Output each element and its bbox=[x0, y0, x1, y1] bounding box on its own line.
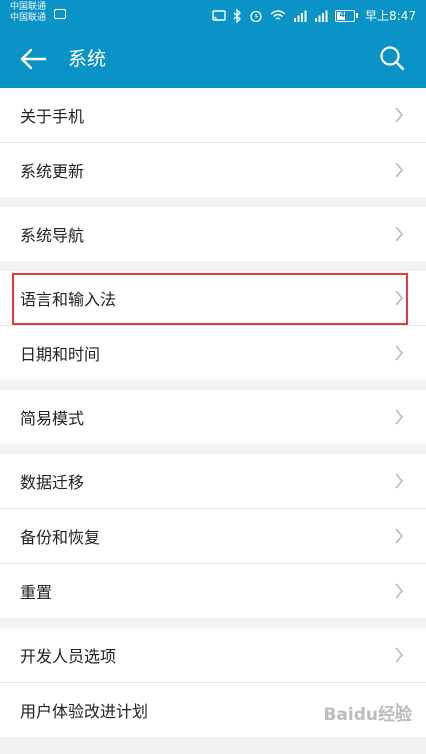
wifi-icon bbox=[270, 9, 286, 20]
chevron-right-icon bbox=[395, 528, 403, 544]
settings-item-label: 关于手机 bbox=[20, 107, 85, 126]
settings-item-data-migration[interactable]: 数据迁移 bbox=[0, 454, 426, 509]
battery-level: 46 bbox=[339, 9, 351, 19]
settings-item-backup-restore[interactable]: 备份和恢复 bbox=[0, 509, 426, 564]
settings-item-reset[interactable]: 重置 bbox=[0, 564, 426, 618]
settings-item-label: 备份和恢复 bbox=[20, 528, 101, 547]
chevron-right-icon bbox=[395, 162, 403, 178]
clock: 早上8:47 bbox=[365, 9, 416, 23]
page-title: 系统 bbox=[68, 48, 107, 70]
chevron-right-icon bbox=[395, 647, 403, 663]
settings-group: 系统导航 bbox=[0, 207, 426, 261]
chevron-right-icon bbox=[395, 473, 403, 489]
chevron-right-icon bbox=[395, 345, 403, 361]
settings-item-label: 用户体验改进计划 bbox=[20, 702, 149, 721]
settings-item-developer-options[interactable]: 开发人员选项 bbox=[0, 628, 426, 683]
settings-group: 数据迁移 备份和恢复 重置 bbox=[0, 454, 426, 618]
carrier-1: 中国联通 bbox=[10, 2, 47, 12]
watermark: Baidu经验 bbox=[323, 705, 412, 725]
settings-item-label: 日期和时间 bbox=[20, 345, 101, 364]
carrier-2: 中国联通 bbox=[10, 13, 47, 23]
settings-item-label: 开发人员选项 bbox=[20, 647, 117, 666]
chevron-right-icon bbox=[395, 107, 403, 123]
back-arrow-icon[interactable] bbox=[18, 45, 48, 73]
settings-item-simple-mode[interactable]: 简易模式 bbox=[0, 390, 426, 444]
alarm-icon bbox=[250, 10, 262, 22]
settings-item-label: 数据迁移 bbox=[20, 473, 85, 492]
settings-item-system-update[interactable]: 系统更新 bbox=[0, 143, 426, 197]
settings-item-label: 简易模式 bbox=[20, 409, 85, 428]
settings-item-label: 系统更新 bbox=[20, 162, 85, 181]
settings-group: 关于手机 系统更新 bbox=[0, 88, 426, 197]
settings-item-label: 重置 bbox=[20, 583, 53, 602]
bluetooth-icon bbox=[233, 8, 241, 23]
search-icon[interactable] bbox=[378, 44, 406, 72]
signal-icon-2 bbox=[315, 10, 328, 22]
cast-icon bbox=[212, 9, 226, 21]
settings-item-about-phone[interactable]: 关于手机 bbox=[0, 88, 426, 143]
chevron-right-icon bbox=[395, 409, 403, 425]
signal-icon bbox=[294, 10, 307, 22]
app-bar: 系统 bbox=[0, 30, 426, 88]
status-icons: 46 早上8:47 bbox=[212, 7, 416, 24]
settings-item-label: 系统导航 bbox=[20, 226, 85, 245]
settings-item-date-time[interactable]: 日期和时间 bbox=[0, 326, 426, 380]
status-bar: 中国联通 中国联通 46 早上8:47 bbox=[0, 0, 426, 30]
data-transfer-icon bbox=[54, 9, 66, 19]
settings-list: 关于手机 系统更新 系统导航 语言和输入法 日期和时间 简易模式 数据迁移 备份… bbox=[0, 88, 426, 747]
settings-item-system-navigation[interactable]: 系统导航 bbox=[0, 207, 426, 261]
carrier-info: 中国联通 中国联通 bbox=[10, 2, 46, 24]
chevron-right-icon bbox=[395, 226, 403, 242]
chevron-right-icon bbox=[395, 583, 403, 599]
battery-icon: 46 bbox=[335, 9, 359, 22]
highlight-box bbox=[12, 273, 408, 325]
settings-group: 简易模式 bbox=[0, 390, 426, 444]
